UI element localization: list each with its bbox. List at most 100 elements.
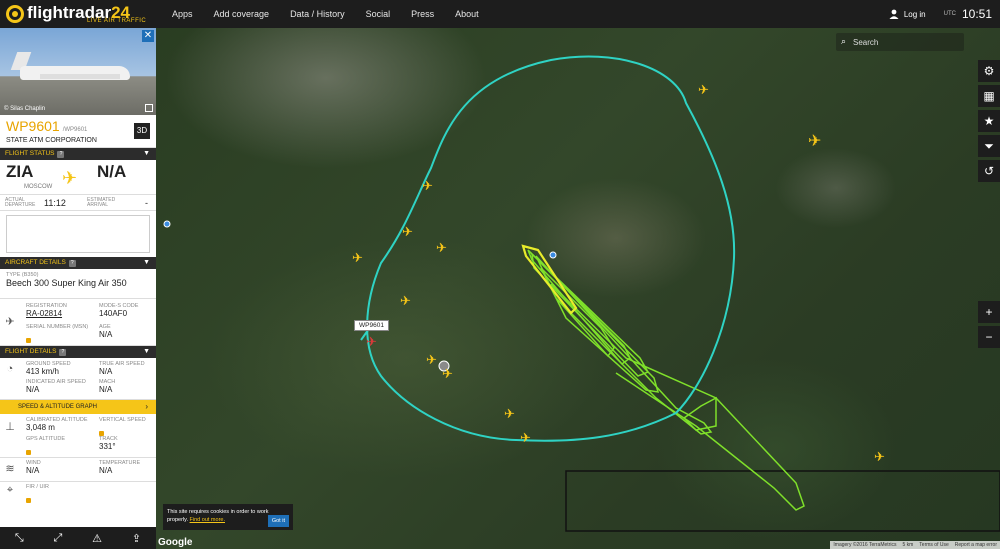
estimated-arrival-label: ESTIMATED ARRIVAL: [87, 197, 116, 208]
aircraft-photo[interactable]: ✕ © Silas Chaplin: [0, 28, 156, 115]
zoom-in-button[interactable]: +: [978, 301, 1000, 323]
aircraft-details-header[interactable]: AIRCRAFT DETAILS? ▼: [0, 257, 156, 269]
share-icon[interactable]: ⇪: [132, 532, 141, 545]
help-icon[interactable]: ?: [57, 151, 65, 158]
airplane-icon: ✈: [62, 168, 78, 188]
registration-link[interactable]: RA-02814: [26, 309, 67, 318]
aircraft-icon[interactable]: ✈: [426, 353, 437, 368]
expand-icon[interactable]: [145, 104, 153, 112]
aircraft-icon[interactable]: ✈: [352, 251, 363, 266]
cookie-banner: This site requires cookies in order to w…: [163, 504, 293, 530]
logo[interactable]: flightradar24 LIVE AIR TRAFFIC: [0, 0, 155, 28]
weather-row: ≋ WIND N/A TEMPERATURE N/A: [0, 458, 156, 482]
chevron-right-icon: ›: [145, 402, 148, 411]
scale-label: 5 km: [902, 542, 914, 548]
aircraft-icon[interactable]: ✈: [504, 407, 515, 422]
main-nav: Apps Add coverage Data / History Social …: [172, 9, 500, 19]
speed-row: ◔ GROUND SPEED 413 km/h TRUE AIR SPEED N/A…: [0, 358, 156, 400]
lock-icon: [26, 338, 31, 343]
altitude-row: ⊥ CALIBRATED ALTITUDE 3,048 m VERTICAL SP…: [0, 414, 156, 458]
selected-aircraft-icon[interactable]: ✈: [366, 335, 377, 350]
route-icon[interactable]: ⤡: [15, 532, 24, 545]
track-value: 331°: [99, 442, 116, 451]
aircraft-icon[interactable]: ✈: [402, 225, 413, 240]
filter-icon[interactable]: ⏷: [978, 135, 1000, 157]
photo-credit: © Silas Chaplin: [4, 106, 46, 112]
departure-time: 11:12: [44, 198, 66, 208]
nav-add-coverage[interactable]: Add coverage: [214, 9, 270, 19]
wind-cell: WIND N/A: [26, 460, 41, 475]
grid-icon[interactable]: ▦: [978, 85, 1000, 107]
aircraft-icon[interactable]: ✈: [808, 131, 821, 150]
sidebar-toolbar: ⤡ ⤢ ⚠ ⇪: [0, 527, 156, 549]
flight-track-cyan: [360, 55, 736, 442]
aircraft-icon[interactable]: ✈: [442, 367, 453, 382]
fir-label: FIR / UIR: [26, 484, 49, 490]
flight-status-header[interactable]: FLIGHT STATUS? ▼: [0, 148, 156, 160]
actual-departure-label: ACTUAL DEPARTURE: [5, 197, 36, 208]
flight-details-title: FLIGHT DETAILS: [5, 348, 57, 355]
flight-label[interactable]: WP9601: [354, 320, 389, 331]
star-icon[interactable]: ★: [978, 110, 1000, 132]
history-icon[interactable]: ↺: [978, 160, 1000, 182]
age-value: N/A: [99, 330, 113, 339]
ground-speed-cell: GROUND SPEED 413 km/h: [26, 361, 71, 376]
mach-cell: MACH N/A: [99, 379, 115, 394]
alert-icon[interactable]: ⚠: [92, 532, 102, 545]
clock: 10:51: [961, 7, 992, 21]
track-cell: TRACK 331°: [99, 436, 118, 451]
report-error-link[interactable]: Report a map error: [955, 541, 997, 549]
nav-press[interactable]: Press: [411, 9, 434, 19]
map-attribution: Imagery ©2016 TerraMetrics 5 km Terms of…: [830, 541, 1000, 549]
origin-code[interactable]: ZIA: [6, 162, 33, 182]
callsign-alt: /WP9601: [62, 127, 88, 133]
chevron-down-icon: ▼: [143, 150, 150, 157]
gps-alt-label: GPS ALTITUDE: [26, 436, 66, 442]
top-bar: flightradar24 LIVE AIR TRAFFIC Apps Add …: [0, 0, 1000, 28]
nav-data-history[interactable]: Data / History: [290, 9, 345, 19]
cal-alt-value: 3,048 m: [26, 423, 55, 432]
user-icon[interactable]: [889, 9, 899, 19]
help-icon[interactable]: ?: [68, 260, 76, 267]
wind-icon: ≋: [5, 463, 15, 475]
gear-icon[interactable]: ⚙: [978, 60, 1000, 82]
search-icon: ⌕: [841, 36, 847, 46]
terms-link[interactable]: Terms of Use: [919, 541, 948, 549]
close-icon[interactable]: ✕: [142, 30, 154, 42]
route-summary: ZIA MOSCOW ✈ N/A: [0, 160, 156, 194]
cookie-more-link[interactable]: Find out more.: [190, 517, 225, 523]
modes-cell: MODE-S CODE 140AF0: [99, 303, 138, 318]
cookie-accept-button[interactable]: Got it: [267, 515, 289, 527]
aircraft-icon[interactable]: ✈: [698, 83, 709, 98]
aircraft-icon[interactable]: ✈: [874, 450, 885, 465]
satellite-icon: ⌖: [6, 484, 14, 496]
nav-apps[interactable]: Apps: [172, 9, 193, 19]
fir-row: ⌖ FIR / UIR: [0, 482, 156, 503]
airport-marker[interactable]: [549, 251, 557, 259]
login-link[interactable]: Log in: [904, 10, 926, 19]
aircraft-icon[interactable]: ✈: [436, 241, 447, 256]
arrival-time: -: [145, 198, 148, 208]
airport-marker[interactable]: [163, 220, 171, 228]
aircraft-icon[interactable]: ✈: [520, 431, 531, 446]
status-box: [6, 215, 150, 253]
timezone-label: UTC: [943, 11, 956, 17]
3d-view-button[interactable]: 3D: [134, 123, 150, 139]
aircraft-icon[interactable]: ✈: [400, 294, 411, 309]
destination-code: N/A: [97, 162, 127, 181]
cal-alt-cell: CALIBRATED ALTITUDE 3,048 m: [26, 417, 88, 432]
speed-altitude-graph-button[interactable]: SPEED & ALTITUDE GRAPH ›: [0, 400, 156, 414]
help-icon[interactable]: ?: [59, 349, 67, 356]
temp-value: N/A: [99, 466, 113, 475]
nav-about[interactable]: About: [455, 9, 479, 19]
flight-times: ACTUAL DEPARTURE 11:12 ESTIMATED ARRIVAL…: [0, 194, 156, 211]
flight-details-header[interactable]: FLIGHT DETAILS? ▼: [0, 346, 156, 358]
nav-social[interactable]: Social: [366, 9, 391, 19]
zoom-out-button[interactable]: −: [978, 326, 1000, 348]
registration-row: ✈ REGISTRATION RA-02814 MODE-S CODE 140AF0…: [0, 299, 156, 346]
brand-tagline: LIVE AIR TRAFFIC: [87, 17, 147, 24]
search-input[interactable]: [853, 35, 953, 49]
map-canvas[interactable]: ✈ ✈ ✈ ✈ ✈ ✈ ✈ ✈ ✈ ✈ ✈ ✈ ✈ WP9601 ⌕ ⚙ ▦ ★…: [156, 28, 1000, 549]
fullscreen-icon[interactable]: ⤢: [54, 532, 63, 545]
aircraft-icon[interactable]: ✈: [422, 179, 433, 194]
